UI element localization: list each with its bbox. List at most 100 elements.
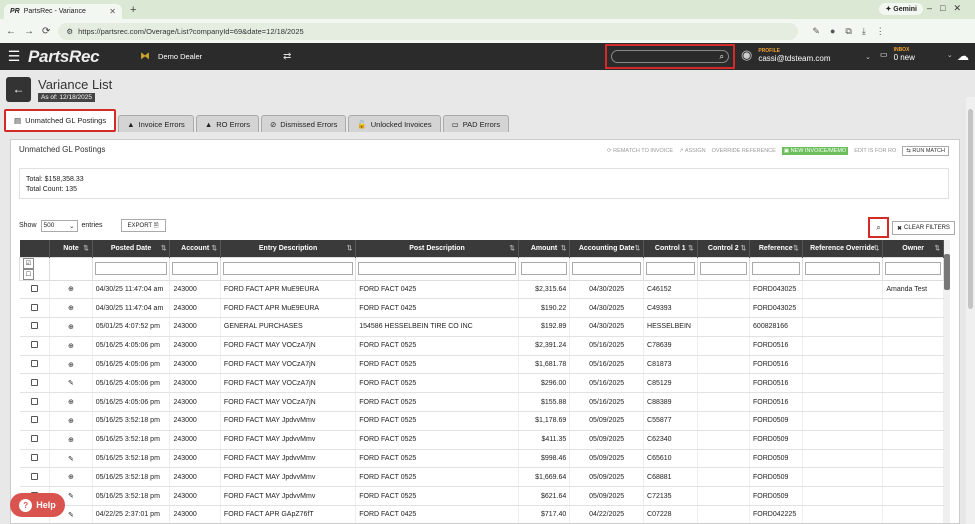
add-note-icon[interactable]: ⊕	[68, 418, 74, 425]
tab-dismissed-errors[interactable]: ⊘ Dismissed Errors	[261, 115, 347, 132]
tab-ro-errors[interactable]: ▲ RO Errors	[195, 115, 259, 132]
extension-icon[interactable]: ●	[830, 26, 835, 37]
clear-filters-button[interactable]: ✖ CLEAR FILTERS	[892, 221, 955, 235]
puzzle-icon[interactable]: ⧉	[845, 26, 851, 37]
browser-tab[interactable]: PR PartsRec - Variance ✕	[4, 4, 122, 19]
app-logo[interactable]: PartsRec	[28, 47, 126, 67]
col-control-1[interactable]: Control 1 ⇅	[643, 240, 698, 257]
reference-override-filter[interactable]	[804, 262, 881, 275]
help-button[interactable]: ? Help	[10, 493, 65, 517]
table-row[interactable]: ⊕ 05/16/25 3:52:18 pm 243000 FORD FACT MAY …	[19, 430, 944, 450]
col-account[interactable]: Account ⇅	[169, 240, 221, 257]
new-invoice-memo-button[interactable]: ▣ NEW INVOICE/MEMO	[781, 147, 849, 155]
row-checkbox[interactable]	[30, 378, 38, 386]
row-checkbox[interactable]	[30, 322, 38, 330]
row-checkbox[interactable]	[30, 454, 38, 462]
amount-filter[interactable]	[520, 262, 568, 275]
cloud-upload-icon[interactable]: ☁	[957, 49, 969, 63]
site-info-icon[interactable]: ⚙	[66, 27, 73, 36]
tab-invoice-errors[interactable]: ▲ Invoice Errors	[118, 115, 194, 132]
pen-icon[interactable]: ✎	[812, 26, 820, 37]
add-note-icon[interactable]: ⊕	[68, 474, 74, 481]
download-icon[interactable]: ⤓	[862, 26, 866, 37]
table-row[interactable]: ⊕ 05/16/25 4:05:06 pm 243000 FORD FACT MAY …	[19, 355, 944, 375]
tab-unlocked-invoices[interactable]: 🔓 Unlocked Invoices	[348, 115, 441, 132]
inbox-menu[interactable]: ▭ INBOX 0 new ⌄	[880, 47, 953, 62]
table-row[interactable]: ⊕ 05/01/25 4:07:52 pm 243000 GENERAL PURCHA…	[19, 317, 944, 337]
entries-select[interactable]: 500 ⌄	[40, 219, 78, 232]
reload-icon[interactable]: ⟳	[42, 26, 50, 37]
edit-note-icon[interactable]: ✎	[68, 512, 74, 519]
select-all-icon[interactable]: ☑	[23, 257, 34, 269]
column-search-button[interactable]: ⌕	[868, 217, 889, 238]
col-reference[interactable]: Reference ⇅	[749, 240, 803, 257]
search-icon[interactable]: ⌕	[720, 52, 724, 62]
table-row[interactable]: ⊕ 05/16/25 4:05:06 pm 243000 FORD FACT MAY …	[19, 336, 944, 356]
col-reference-override[interactable]: Reference Override ⇅	[802, 240, 884, 257]
add-note-icon[interactable]: ⊕	[68, 399, 74, 406]
table-scrollbar[interactable]	[944, 240, 950, 523]
edit-is-for-ro-button[interactable]: EDIT IS FOR RO	[854, 148, 896, 154]
profile-menu[interactable]: ◉ PROFILE cassi@tdsteam.com ⌄	[741, 47, 871, 63]
control-1-filter[interactable]	[646, 262, 695, 275]
row-checkbox[interactable]	[30, 435, 38, 443]
col-post-description[interactable]: Post Description ⇅	[355, 240, 519, 257]
table-row[interactable]: ⊕ 05/16/25 3:52:18 pm 243000 FORD FACT MAY …	[19, 411, 944, 431]
add-note-icon[interactable]: ⊕	[68, 305, 74, 312]
row-checkbox[interactable]	[30, 416, 38, 424]
table-row[interactable]: ⊕ 04/30/25 11:47:04 am 243000 FORD FACT APR…	[19, 298, 944, 319]
forward-arrow-icon[interactable]: →	[24, 26, 34, 37]
row-checkbox[interactable]	[30, 360, 38, 368]
col-control-2[interactable]: Control 2 ⇅	[697, 240, 751, 257]
owner-filter[interactable]	[885, 262, 941, 275]
table-row[interactable]: ⊕ 04/30/25 11:47:04 am 243000 FORD FACT APR…	[19, 280, 944, 300]
window-controls[interactable]: –□✕	[927, 3, 969, 14]
gemini-button[interactable]: ✦ Gemini	[879, 3, 923, 15]
table-row[interactable]: ⊕ 05/16/25 4:05:06 pm 243000 FORD FACT MAY …	[19, 392, 944, 413]
chevron-down-icon[interactable]: ⌄	[947, 51, 953, 59]
new-tab-icon[interactable]: +	[130, 4, 136, 16]
override-reference-button[interactable]: OVERRIDE REFERENCE	[712, 148, 776, 154]
deselect-all-icon[interactable]: ☐	[23, 268, 34, 280]
table-row[interactable]: ✎ 04/22/25 2:37:01 pm 243000 FORD FACT APR …	[19, 505, 944, 523]
account-filter[interactable]	[172, 262, 218, 275]
row-checkbox[interactable]	[30, 472, 38, 480]
back-button[interactable]: ←	[6, 76, 31, 102]
close-tab-icon[interactable]: ✕	[109, 7, 116, 16]
col-accounting-date[interactable]: Accounting Date ⇅	[569, 240, 645, 257]
add-note-icon[interactable]: ⊕	[68, 343, 74, 350]
col-posted-date[interactable]: Posted Date ⇅	[92, 240, 171, 257]
add-note-icon[interactable]: ⊕	[68, 286, 74, 293]
add-note-icon[interactable]: ⊕	[68, 324, 74, 331]
global-search-input[interactable]: ⌕	[611, 50, 729, 63]
col-entry-description[interactable]: Entry Description ⇅	[220, 240, 357, 257]
reference-filter[interactable]	[752, 262, 800, 275]
control-2-filter[interactable]	[699, 262, 748, 275]
dealer-selector[interactable]: ⧓ Demo Dealer	[140, 51, 202, 62]
col-owner[interactable]: Owner ⇅	[882, 240, 944, 257]
page-scroll-thumb[interactable]	[968, 109, 973, 309]
table-row[interactable]: ⊕ 05/16/25 3:52:18 pm 243000 FORD FACT MAY …	[19, 467, 944, 488]
tab-unmatched-gl-postings[interactable]: ▤ Unmatched GL Postings	[4, 109, 117, 132]
menu-dots-icon[interactable]: ⋮	[876, 26, 885, 37]
assign-button[interactable]: ↗ ASSIGN	[679, 148, 706, 154]
back-arrow-icon[interactable]: ←	[6, 26, 16, 37]
post-description-filter[interactable]	[358, 262, 516, 275]
row-checkbox[interactable]	[30, 397, 38, 405]
table-row[interactable]: ✎ 05/16/25 3:52:18 pm 243000 FORD FACT MAY …	[19, 486, 944, 507]
edit-note-icon[interactable]: ✎	[68, 380, 74, 387]
edit-note-icon[interactable]: ✎	[68, 456, 74, 463]
hamburger-menu-icon[interactable]: ☰	[0, 48, 28, 65]
col-amount[interactable]: Amount ⇅	[518, 240, 571, 257]
table-row[interactable]: ✎ 05/16/25 3:52:18 pm 243000 FORD FACT MAY …	[19, 449, 944, 469]
rematch-button[interactable]: ⟳ REMATCH TO INVOICE	[607, 148, 673, 154]
add-note-icon[interactable]: ⊕	[68, 437, 74, 444]
page-scrollbar[interactable]	[966, 97, 975, 524]
url-field[interactable]: ⚙ https://partsrec.com/Overage/List?comp…	[58, 22, 799, 40]
table-row[interactable]: ✎ 05/16/25 4:05:06 pm 243000 FORD FACT MAY …	[19, 373, 944, 394]
row-checkbox[interactable]	[30, 303, 38, 311]
row-checkbox[interactable]	[30, 284, 38, 292]
edit-note-icon[interactable]: ✎	[68, 493, 74, 500]
add-note-icon[interactable]: ⊕	[68, 362, 74, 369]
accounting-date-filter[interactable]	[572, 262, 642, 275]
